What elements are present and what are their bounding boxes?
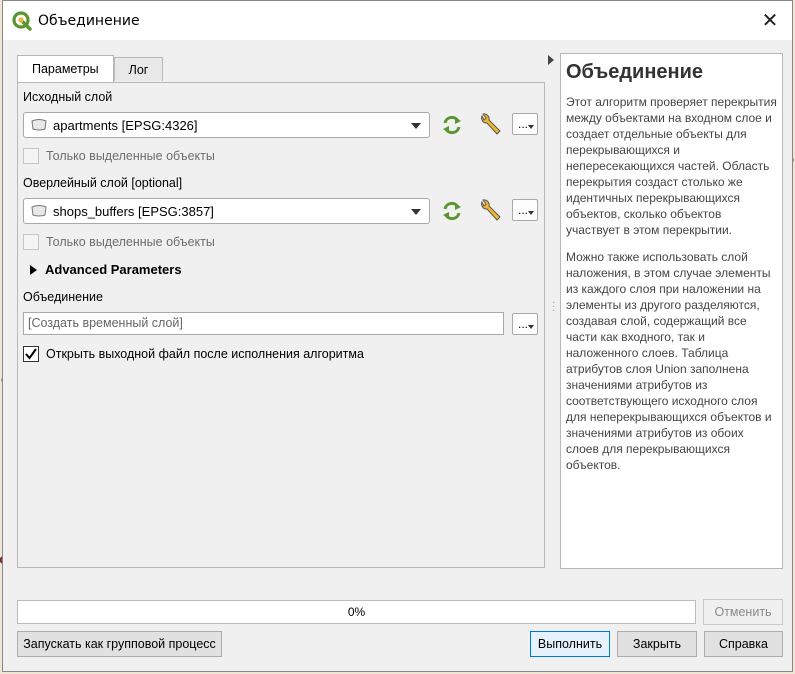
input-layer-combobox[interactable]: apartments [EPSG:4326] (23, 112, 430, 138)
help-paragraph-2: Можно также использовать слой наложения,… (566, 250, 772, 472)
collapse-help-icon[interactable] (548, 55, 554, 65)
open-output-checkbox[interactable] (23, 346, 39, 362)
tab-parameters[interactable]: Параметры (17, 55, 114, 83)
expand-arrow-icon[interactable] (30, 265, 37, 275)
output-destination-field[interactable]: [Создать временный слой] (23, 312, 504, 335)
title-bar: Объединение ✕ (3, 1, 792, 40)
progress-bar: 0% (17, 600, 696, 624)
chevron-down-icon (411, 123, 421, 129)
wrench-icon[interactable] (476, 111, 504, 139)
close-icon[interactable]: ✕ (748, 1, 792, 40)
qgis-logo-icon (12, 11, 32, 31)
help-paragraph-1: Этот алгоритм проверяет перекрытия между… (566, 95, 777, 237)
close-button[interactable]: Закрыть (617, 631, 697, 657)
chevron-down-icon (528, 125, 534, 129)
input-layer-value: apartments [EPSG:4326] (53, 118, 198, 133)
splitter-handle[interactable]: · · · (552, 298, 555, 316)
polygon-layer-icon (31, 205, 47, 217)
overlay-selected-only-label: Только выделенные объекты (46, 235, 215, 249)
chevron-down-icon (528, 211, 534, 215)
help-button[interactable]: Справка (704, 631, 783, 657)
overlay-layer-options-button[interactable]: ... (512, 199, 538, 221)
overlay-layer-label: Оверлейный слой [optional] (23, 176, 183, 190)
input-layer-options-button[interactable]: ... (512, 113, 538, 135)
input-layer-label: Исходный слой (23, 90, 113, 104)
overlay-layer-combobox[interactable]: shops_buffers [EPSG:3857] (23, 198, 430, 224)
help-panel: Объединение Этот алгоритм проверяет пере… (560, 53, 783, 569)
processing-dialog: Объединение ✕ Параметры Лог Исходный сло… (2, 0, 793, 672)
chevron-down-icon (528, 325, 534, 329)
progress-label: 0% (347, 605, 366, 619)
tab-log[interactable]: Лог (114, 57, 163, 81)
advanced-parameters-toggle[interactable]: Advanced Parameters (45, 262, 182, 277)
iterate-icon[interactable] (438, 111, 466, 139)
overlay-selected-only-checkbox[interactable] (23, 234, 39, 250)
input-selected-only-checkbox[interactable] (23, 148, 39, 164)
checkmark-icon (25, 348, 37, 360)
help-title: Объединение (566, 61, 704, 83)
window-title: Объединение (38, 13, 140, 29)
cancel-button[interactable]: Отменить (703, 599, 783, 625)
run-button[interactable]: Выполнить (530, 631, 610, 657)
wrench-icon[interactable] (476, 197, 504, 225)
iterate-icon[interactable] (438, 197, 466, 225)
open-output-label: Открыть выходной файл после исполнения а… (46, 347, 364, 361)
input-selected-only-label: Только выделенные объекты (46, 149, 215, 163)
overlay-layer-value: shops_buffers [EPSG:3857] (53, 204, 214, 219)
chevron-down-icon (411, 209, 421, 215)
output-options-button[interactable]: ... (512, 313, 538, 335)
run-as-batch-button[interactable]: Запускать как групповой процесс (17, 631, 222, 657)
polygon-layer-icon (31, 119, 47, 131)
output-label: Объединение (23, 290, 103, 304)
